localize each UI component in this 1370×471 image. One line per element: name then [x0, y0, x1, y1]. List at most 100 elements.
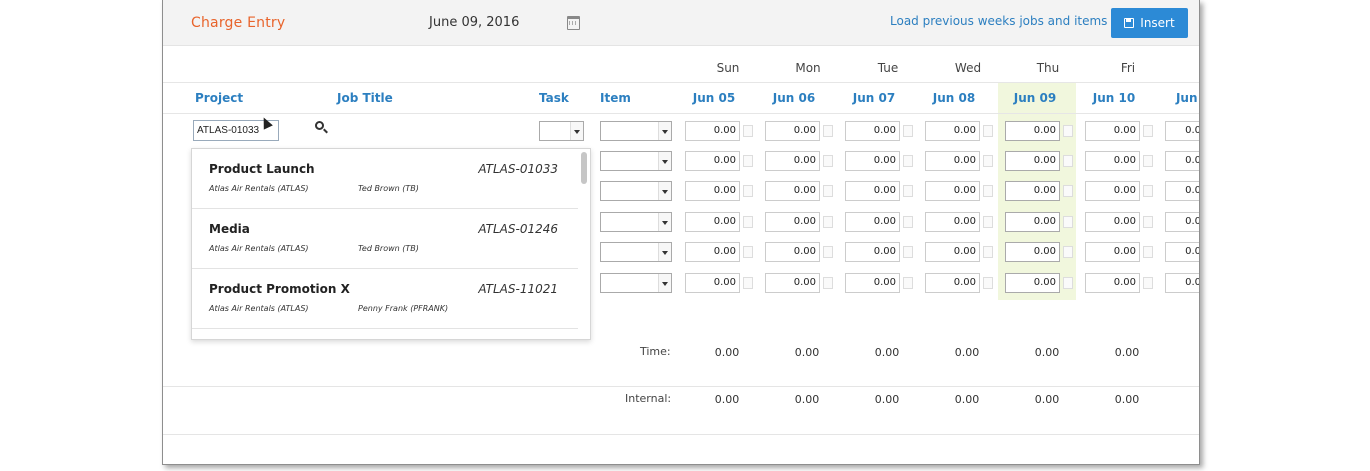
note-icon[interactable] [1143, 246, 1153, 258]
note-icon[interactable] [1063, 155, 1073, 167]
hours-cell[interactable]: 0.00 [845, 121, 900, 141]
column-project[interactable]: Project [195, 91, 243, 105]
item-select[interactable] [600, 242, 672, 262]
search-icon[interactable] [315, 121, 324, 130]
hours-cell[interactable]: 0.00 [1005, 242, 1060, 262]
hours-cell[interactable]: 0.0 [1165, 242, 1199, 262]
hours-cell[interactable]: 0.00 [765, 151, 820, 171]
hours-cell[interactable]: 0.00 [925, 242, 980, 262]
hours-cell[interactable]: 0.00 [1085, 181, 1140, 201]
note-icon[interactable] [743, 277, 753, 289]
note-icon[interactable] [1063, 216, 1073, 228]
hours-cell[interactable]: 0.0 [1165, 273, 1199, 293]
hours-cell[interactable]: 0.00 [765, 121, 820, 141]
hours-cell[interactable]: 0.00 [845, 242, 900, 262]
selected-date[interactable]: June 09, 2016 [429, 15, 519, 30]
hours-cell[interactable]: 0.00 [685, 212, 740, 232]
column-job-title[interactable]: Job Title [337, 91, 393, 105]
note-icon[interactable] [903, 277, 913, 289]
hours-cell[interactable]: 0.0 [1165, 151, 1199, 171]
note-icon[interactable] [1143, 155, 1153, 167]
note-icon[interactable] [743, 216, 753, 228]
note-icon[interactable] [1143, 277, 1153, 289]
note-icon[interactable] [823, 185, 833, 197]
hours-cell[interactable]: 0.00 [925, 273, 980, 293]
hours-cell[interactable]: 0.0 [1165, 121, 1199, 141]
hours-cell[interactable]: 0.00 [1085, 242, 1140, 262]
note-icon[interactable] [983, 125, 993, 137]
note-icon[interactable] [823, 277, 833, 289]
note-icon[interactable] [903, 216, 913, 228]
item-select[interactable] [600, 273, 672, 293]
project-dropdown[interactable]: Product Launch ATLAS-01033 Atlas Air Ren… [191, 148, 591, 340]
note-icon[interactable] [983, 155, 993, 167]
calendar-icon[interactable] [567, 16, 580, 30]
hours-cell[interactable]: 0.00 [685, 121, 740, 141]
hours-cell[interactable]: 0.00 [765, 242, 820, 262]
note-icon[interactable] [823, 155, 833, 167]
column-item[interactable]: Item [600, 91, 631, 105]
item-select[interactable] [600, 121, 672, 141]
item-select[interactable] [600, 181, 672, 201]
hours-cell[interactable]: 0.00 [1005, 181, 1060, 201]
hours-cell[interactable]: 0.00 [845, 181, 900, 201]
hours-cell[interactable]: 0.00 [1005, 151, 1060, 171]
note-icon[interactable] [1063, 125, 1073, 137]
hours-cell[interactable]: 0.0 [1165, 212, 1199, 232]
note-icon[interactable] [983, 185, 993, 197]
note-icon[interactable] [823, 216, 833, 228]
task-select[interactable] [539, 121, 584, 141]
hours-cell[interactable]: 0.00 [925, 181, 980, 201]
dropdown-item[interactable]: Media ATLAS-01246 Atlas Air Rentals (ATL… [192, 209, 578, 269]
note-icon[interactable] [1063, 185, 1073, 197]
note-icon[interactable] [983, 216, 993, 228]
item-select[interactable] [600, 151, 672, 171]
column-task[interactable]: Task [539, 91, 569, 105]
hours-cell[interactable]: 0.00 [765, 273, 820, 293]
note-icon[interactable] [903, 185, 913, 197]
hours-cell[interactable]: 0.00 [1005, 212, 1060, 232]
hours-cell[interactable]: 0.00 [925, 212, 980, 232]
hours-cell[interactable]: 0.00 [685, 181, 740, 201]
note-icon[interactable] [983, 246, 993, 258]
note-icon[interactable] [743, 125, 753, 137]
hours-cell[interactable]: 0.00 [1085, 212, 1140, 232]
hours-cell[interactable]: 0.00 [685, 273, 740, 293]
hours-cell[interactable]: 0.00 [1085, 121, 1140, 141]
hours-cell[interactable]: 0.00 [685, 151, 740, 171]
note-icon[interactable] [903, 246, 913, 258]
item-select[interactable] [600, 212, 672, 232]
hours-cell[interactable]: 0.00 [765, 181, 820, 201]
note-icon[interactable] [1063, 277, 1073, 289]
insert-button[interactable]: Insert [1111, 8, 1188, 38]
note-icon[interactable] [823, 246, 833, 258]
note-icon[interactable] [903, 125, 913, 137]
hours-cell[interactable]: 0.00 [845, 151, 900, 171]
note-icon[interactable] [743, 246, 753, 258]
note-icon[interactable] [823, 125, 833, 137]
note-icon[interactable] [1063, 246, 1073, 258]
hours-cell[interactable]: 0.00 [1005, 121, 1060, 141]
note-icon[interactable] [1143, 185, 1153, 197]
note-icon[interactable] [743, 155, 753, 167]
hours-cell[interactable]: 0.00 [845, 273, 900, 293]
note-icon[interactable] [1143, 125, 1153, 137]
note-icon[interactable] [743, 185, 753, 197]
hours-cell[interactable]: 0.0 [1165, 181, 1199, 201]
hours-cell[interactable]: 0.00 [1005, 273, 1060, 293]
hours-cell[interactable]: 0.00 [1085, 273, 1140, 293]
note-icon[interactable] [1143, 216, 1153, 228]
hours-cell[interactable]: 0.00 [1085, 151, 1140, 171]
note-icon[interactable] [903, 155, 913, 167]
dropdown-item[interactable]: Product Promotion X ATLAS-11021 Atlas Ai… [192, 269, 578, 329]
hours-cell[interactable]: 0.00 [845, 212, 900, 232]
load-previous-weeks-link[interactable]: Load previous weeks jobs and items [890, 14, 1107, 28]
dropdown-scrollbar[interactable] [581, 152, 587, 184]
note-icon[interactable] [983, 277, 993, 289]
hours-cell[interactable]: 0.00 [765, 212, 820, 232]
dropdown-item[interactable]: Product Launch ATLAS-01033 Atlas Air Ren… [192, 149, 578, 209]
client-name: Atlas Air Rentals (ATLAS) [209, 244, 309, 253]
hours-cell[interactable]: 0.00 [685, 242, 740, 262]
hours-cell[interactable]: 0.00 [925, 151, 980, 171]
hours-cell[interactable]: 0.00 [925, 121, 980, 141]
